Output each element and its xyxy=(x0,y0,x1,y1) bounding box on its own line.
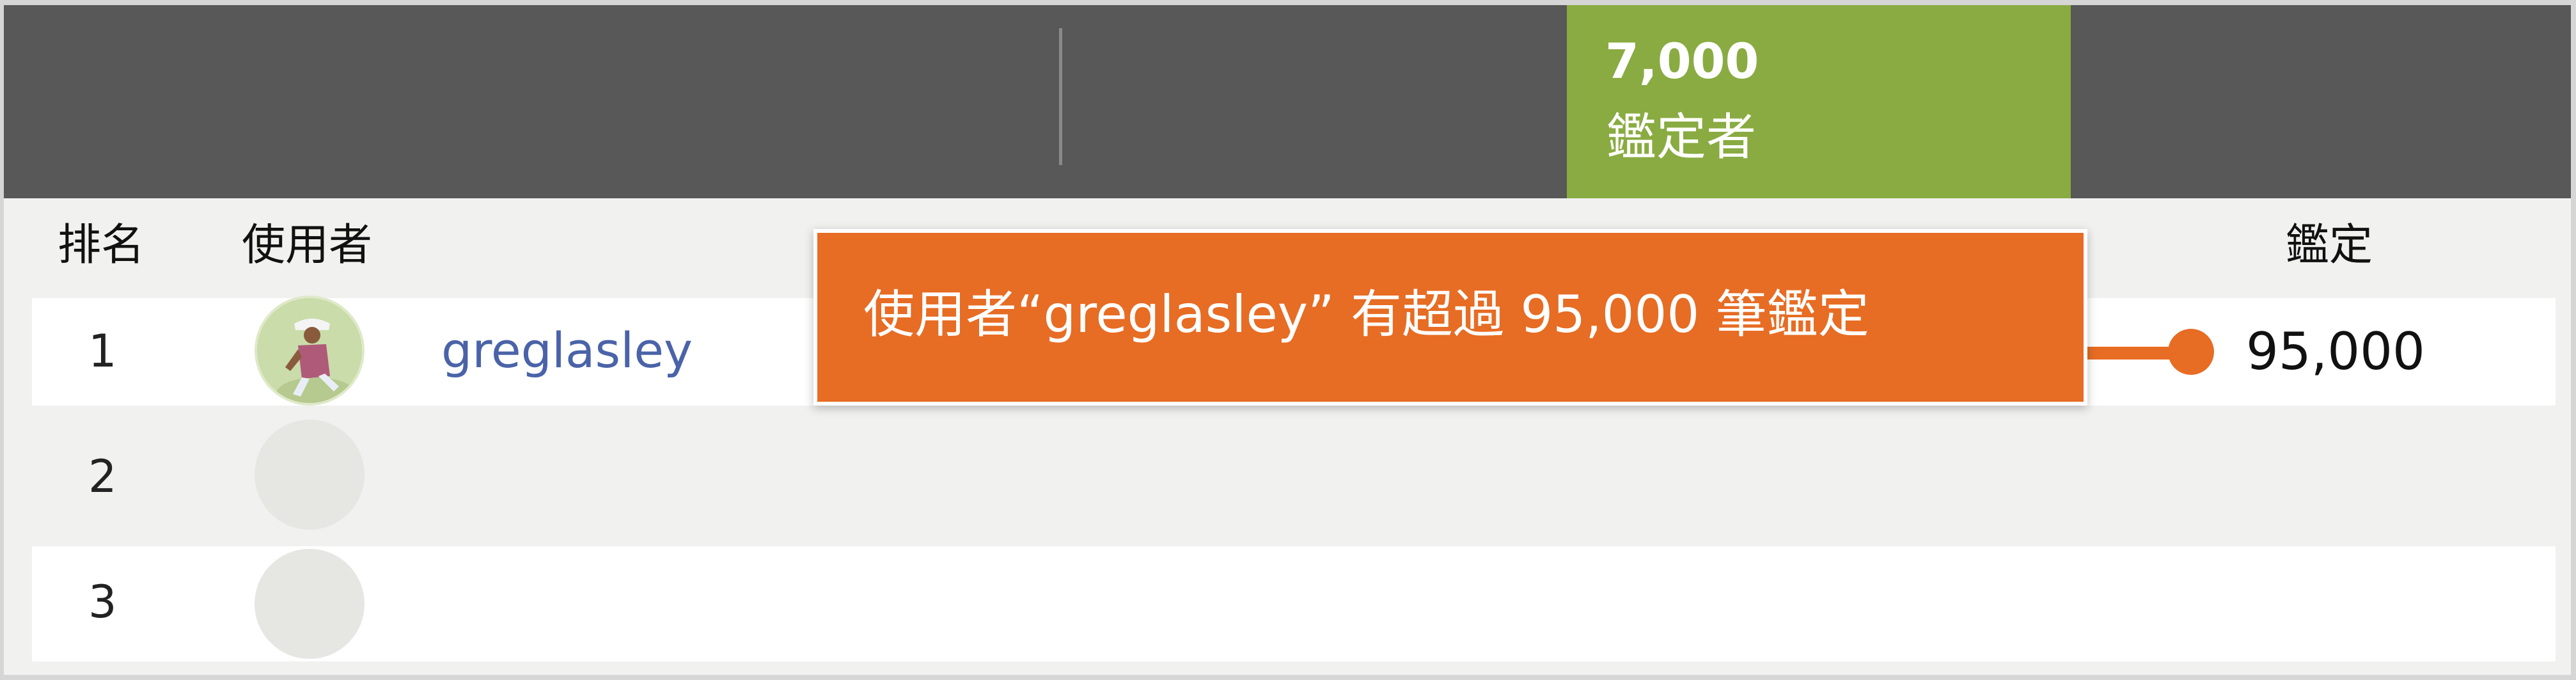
column-header-user: 使用者 xyxy=(242,220,373,271)
username-link[interactable]: greglasley xyxy=(441,326,693,375)
identifiers-label: 鑑定者 xyxy=(1606,109,1757,166)
identifiers-stat-tab[interactable]: 7,000 鑑定者 xyxy=(1567,5,2071,198)
identifiers-count: 7,000 xyxy=(1605,33,1759,90)
user-avatar-icon xyxy=(260,301,362,403)
stats-header-bar: 7,000 鑑定者 xyxy=(4,5,2571,198)
row-rank: 1 xyxy=(88,325,117,377)
callout-text: 使用者“greglasley” 有超過 95,000 筆鑑定 xyxy=(863,285,1869,344)
column-header-rank: 排名 xyxy=(58,220,145,271)
row-rank: 2 xyxy=(88,450,117,503)
header-divider xyxy=(1059,28,1062,165)
tooltip-callout: 使用者“greglasley” 有超過 95,000 筆鑑定 xyxy=(813,229,2087,406)
row-rank: 3 xyxy=(88,576,117,628)
column-header-identifications: 鑑定 xyxy=(2286,220,2373,271)
avatar[interactable] xyxy=(255,296,365,406)
avatar-placeholder xyxy=(255,549,365,659)
identifications-bar-marker xyxy=(2168,329,2214,375)
identifications-count: 95,000 xyxy=(2246,322,2425,381)
table-row: 2 xyxy=(32,406,2556,546)
avatar-placeholder xyxy=(255,420,365,530)
leaderboard-panel: 7,000 鑑定者 排名 使用者 鑑定 1 greglasley 95,000 xyxy=(4,5,2571,675)
table-row: 3 xyxy=(32,546,2556,661)
